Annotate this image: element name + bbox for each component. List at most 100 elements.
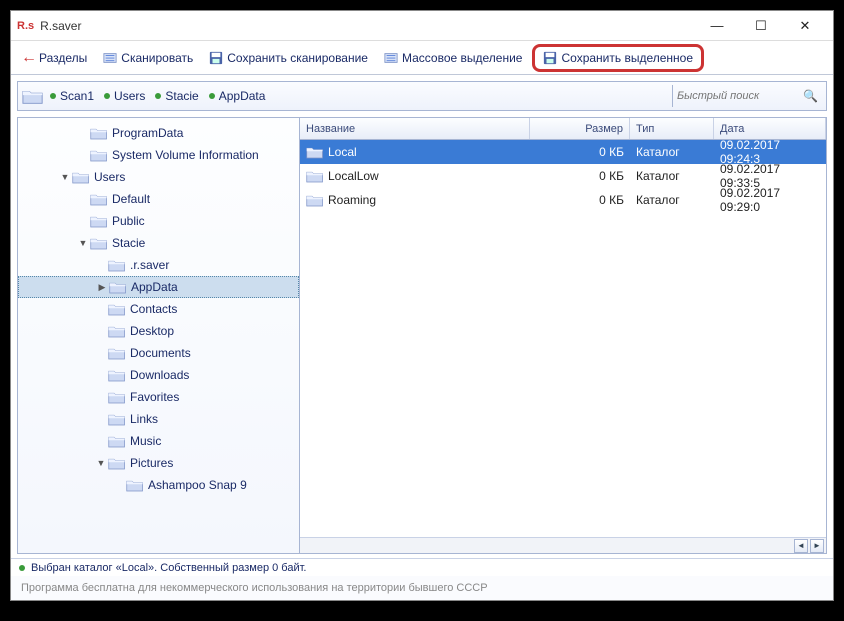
list-row[interactable]: LocalLow0 КБКаталог09.02.2017 09:33:5 [300, 164, 826, 188]
folder-icon [108, 324, 126, 338]
tree-item[interactable]: Desktop [18, 320, 299, 342]
statusbar: Выбран каталог «Local». Собственный разм… [11, 558, 833, 576]
folder-icon [108, 258, 126, 272]
close-button[interactable]: ✕ [783, 12, 827, 40]
tree-item-label: System Volume Information [112, 148, 259, 162]
tree-item[interactable]: Contacts [18, 298, 299, 320]
status-text: Выбран каталог «Local». Собственный разм… [31, 562, 306, 574]
folder-icon [108, 390, 126, 404]
tree-item-label: Downloads [130, 368, 189, 382]
tree-item[interactable]: Public [18, 210, 299, 232]
tree-item-label: Ashampoo Snap 9 [148, 478, 247, 492]
path-segment-label: Scan1 [60, 89, 94, 103]
path-segment[interactable]: Stacie [155, 89, 198, 103]
file-list: Название Размер Тип Дата Local0 КБКатало… [300, 118, 826, 553]
path-segment-label: AppData [219, 89, 266, 103]
folder-tree[interactable]: ProgramData System Volume Information ▼ Use… [18, 118, 300, 553]
tree-item-label: Contacts [130, 302, 177, 316]
tree-item-label: Favorites [130, 390, 179, 404]
tree-item-label: Default [112, 192, 150, 206]
tree-item-label: Public [112, 214, 145, 228]
search-input[interactable] [677, 90, 797, 102]
tree-item[interactable]: ▼Pictures [18, 452, 299, 474]
row-size: 0 КБ [530, 145, 630, 159]
tree-item[interactable]: Documents [18, 342, 299, 364]
folder-icon [306, 169, 324, 183]
save-scan-label: Сохранить сканирование [227, 51, 368, 65]
tree-item[interactable]: Music [18, 430, 299, 452]
row-date: 09.02.2017 09:29:0 [714, 186, 826, 214]
tree-expand-icon[interactable]: ▼ [58, 172, 72, 182]
row-name: Roaming [328, 193, 376, 207]
col-header-name[interactable]: Название [300, 118, 530, 139]
list-body[interactable]: Local0 КБКаталог09.02.2017 09:24:3LocalL… [300, 140, 826, 537]
col-header-size[interactable]: Размер [530, 118, 630, 139]
folder-icon [90, 192, 108, 206]
scroll-right-button[interactable]: ► [810, 539, 824, 553]
tree-item[interactable]: ProgramData [18, 122, 299, 144]
tree-item[interactable]: System Volume Information [18, 144, 299, 166]
path-segment-label: Stacie [165, 89, 198, 103]
path-dot-icon [209, 93, 215, 99]
tree-item[interactable]: ▼ Users [18, 166, 299, 188]
app-title: R.saver [40, 19, 81, 33]
search-icon[interactable]: 🔍 [803, 89, 818, 103]
app-window: R.s R.saver — ☐ ✕ ← Разделы Сканировать … [10, 10, 834, 601]
mass-select-button[interactable]: Массовое выделение [378, 48, 529, 68]
tree-item[interactable]: ▼ Stacie [18, 232, 299, 254]
list-header: Название Размер Тип Дата [300, 118, 826, 140]
path-segment-label: Users [114, 89, 145, 103]
minimize-button[interactable]: — [695, 12, 739, 40]
back-label: Разделы [39, 51, 87, 65]
tree-item-label: Users [94, 170, 125, 184]
pathbar-folder-icon [22, 87, 44, 105]
maximize-button[interactable]: ☐ [739, 12, 783, 40]
folder-icon [108, 346, 126, 360]
horizontal-scrollbar[interactable]: ◄ ► [300, 537, 826, 553]
mass-select-icon [384, 51, 398, 65]
folder-icon [306, 145, 324, 159]
tree-expand-icon[interactable]: ▶ [95, 282, 109, 293]
tree-item[interactable]: .r.saver [18, 254, 299, 276]
folder-icon [108, 456, 126, 470]
path-dot-icon [50, 93, 56, 99]
folder-icon [109, 280, 127, 294]
folder-icon [90, 126, 108, 140]
tree-item[interactable]: Links [18, 408, 299, 430]
status-dot-icon [19, 565, 25, 571]
list-row[interactable]: Local0 КБКаталог09.02.2017 09:24:3 [300, 140, 826, 164]
col-header-type[interactable]: Тип [630, 118, 714, 139]
scan-label: Сканировать [121, 51, 193, 65]
toolbar: ← Разделы Сканировать Сохранить сканиров… [11, 41, 833, 75]
row-type: Каталог [630, 145, 714, 159]
save-selected-icon [543, 51, 557, 65]
col-header-date[interactable]: Дата [714, 118, 826, 139]
content-area: ProgramData System Volume Information ▼ Use… [17, 117, 827, 554]
path-segment[interactable]: AppData [209, 89, 266, 103]
folder-icon [90, 236, 108, 250]
tree-item-label: Music [130, 434, 161, 448]
save-selected-button[interactable]: Сохранить выделенное [532, 44, 704, 72]
path-segment[interactable]: Users [104, 89, 145, 103]
folder-icon [108, 412, 126, 426]
list-row[interactable]: Roaming0 КБКаталог09.02.2017 09:29:0 [300, 188, 826, 212]
back-arrow-icon: ← [21, 49, 37, 67]
tree-item-label: Stacie [112, 236, 145, 250]
tree-item[interactable]: ▶AppData [18, 276, 299, 298]
tree-item[interactable]: Default [18, 188, 299, 210]
search-box: 🔍 [672, 85, 822, 107]
scan-icon [103, 51, 117, 65]
tree-expand-icon[interactable]: ▼ [76, 238, 90, 248]
folder-icon [72, 170, 90, 184]
path-segment[interactable]: Scan1 [50, 89, 94, 103]
tree-item[interactable]: Downloads [18, 364, 299, 386]
tree-item[interactable]: Ashampoo Snap 9 [18, 474, 299, 496]
row-name: LocalLow [328, 169, 379, 183]
back-button[interactable]: ← Разделы [15, 46, 93, 70]
tree-item[interactable]: Favorites [18, 386, 299, 408]
scan-button[interactable]: Сканировать [97, 48, 199, 68]
tree-expand-icon[interactable]: ▼ [94, 458, 108, 468]
save-scan-button[interactable]: Сохранить сканирование [203, 48, 374, 68]
pathbar: Scan1 Users Stacie AppData 🔍 [17, 81, 827, 111]
scroll-left-button[interactable]: ◄ [794, 539, 808, 553]
